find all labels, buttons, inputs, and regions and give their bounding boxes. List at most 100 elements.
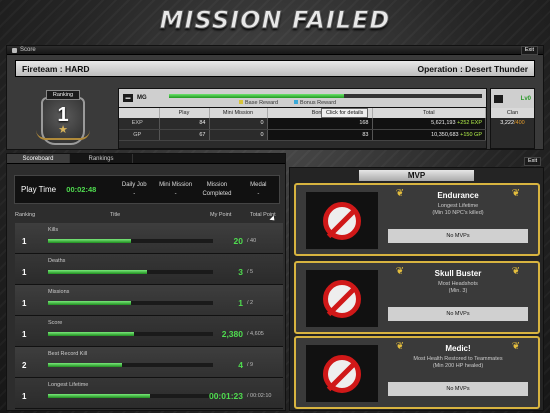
stat-play: 67: [159, 129, 210, 141]
row-title: Longest Lifetime: [48, 382, 89, 388]
rank-shield-icon: 1 ★: [36, 97, 90, 145]
tab-rankings[interactable]: Rankings: [70, 154, 133, 163]
play-time-summary: Play Time 00:02:48 Daily Job - Mini Missi…: [14, 175, 280, 204]
row-progress-fill: [48, 363, 123, 367]
stat-mini: 0: [209, 129, 268, 141]
clan-header: Clan: [491, 108, 534, 118]
weapon-progress-fill: [169, 93, 345, 98]
row-my-point: 00:01:23: [208, 391, 243, 401]
row-progress-fill: [48, 394, 151, 398]
row-my-point: 20: [233, 236, 243, 246]
row-total-point: / 2: [247, 300, 254, 306]
col-my-point: My Point: [210, 212, 232, 218]
exit-button[interactable]: Exit: [520, 45, 538, 55]
clan-value: 3,222/400: [500, 120, 525, 126]
row-rank: 1: [22, 268, 27, 277]
weapon-row: ▬ MG Base Reward Bonus Reward: [119, 89, 486, 108]
stat-delta: +150 GP: [460, 131, 482, 138]
row-total-point: / 9: [247, 362, 254, 368]
tab-scoreboard[interactable]: Scoreboard: [7, 154, 70, 163]
row-rank: 1: [22, 299, 27, 308]
mvp-exit-button[interactable]: Exit: [524, 157, 542, 166]
wings-icon: [36, 130, 90, 140]
mvp-card-skull-buster: ❦ ❦ Skull Buster Most Headshots (Min. 3) …: [294, 261, 540, 334]
table-row: 1 Kills 20 / 40: [15, 223, 283, 254]
row-title: Deaths: [48, 258, 66, 264]
weapon-level: Lv0: [520, 95, 531, 102]
stats-header: Mini Mission: [209, 108, 268, 118]
scoreboard-header: Ranking Title My Point Total Point: [15, 212, 283, 222]
score-window: Score Exit Fireteam : HARD Operation : D…: [6, 45, 544, 150]
mvp-card-medic: ❦ ❦ Medic! Most Health Restored to Teamm…: [294, 336, 540, 409]
summary-daily-job: Daily Job -: [121, 182, 147, 197]
col-title: Title: [110, 212, 121, 218]
table-row: EXP 84 0 168 5,621,193 +252 EXP: [119, 118, 486, 130]
rank-value: 1: [57, 104, 69, 126]
row-rank: 2: [22, 361, 27, 370]
row-progress-fill: [48, 270, 147, 274]
operation-label: Operation : Desert Thunder: [417, 63, 528, 74]
stat-play: 84: [159, 118, 210, 130]
table-row: 2 Best Record Kill 4 / 9: [15, 347, 283, 378]
mvp-window: MVP ❦ ❦ Endurance Longest Lifetime (Min 1…: [289, 167, 544, 411]
table-row: 1 Missions 1 / 2: [15, 285, 283, 316]
stats-panel: ▬ MG Base Reward Bonus Reward Click for …: [118, 88, 487, 149]
row-total-point: / 5: [247, 269, 254, 275]
weapon-icon: ▬: [123, 94, 133, 102]
ranking-badge: Ranking 1 ★: [34, 90, 92, 150]
row-title: Best Record Kill: [48, 351, 88, 357]
fireteam-label: Fireteam : HARD: [22, 63, 90, 74]
table-row: 1 Score 2,380 / 4,605: [15, 316, 283, 347]
row-my-point: 4: [238, 360, 243, 370]
row-progress-fill: [48, 332, 134, 336]
row-rank: 1: [22, 392, 27, 401]
mvp-status: No MVPs: [388, 307, 528, 321]
row-rank: 1: [22, 237, 27, 246]
stat-delta: +252 EXP: [457, 120, 482, 127]
fireteam-bar: Fireteam : HARD Operation : Desert Thund…: [15, 60, 535, 77]
stat-total: 5,621,193 +252 EXP: [372, 118, 486, 130]
mvp-card-endurance: ❦ ❦ Endurance Longest Lifetime (Min 10 NP…: [294, 183, 540, 256]
stats-header: [119, 108, 160, 118]
mvp-status: No MVPs: [388, 229, 528, 243]
mvp-description: Longest Lifetime (Min 10 NPC's killed): [432, 203, 484, 216]
summary-mini-mission: Mini Mission -: [159, 182, 193, 197]
mvp-header: MVP: [359, 170, 474, 181]
no-mvp-icon: [306, 192, 378, 249]
stat-mini: 0: [209, 118, 268, 130]
weapon-progress: Base Reward Bonus Reward: [169, 91, 482, 106]
scoreboard-rows: 1 Kills 20 / 40 1 Deaths 3 / 5 1 Mission…: [15, 223, 283, 409]
row-my-point: 3: [238, 267, 243, 277]
score-window-title: Score: [20, 47, 36, 53]
legend-bonus: Bonus Reward: [294, 100, 336, 106]
stat-bonus: 168: [267, 118, 373, 130]
mvp-description: Most Headshots (Min. 3): [438, 281, 478, 294]
no-mvp-icon: [306, 345, 378, 402]
mvp-title: Endurance: [437, 191, 479, 200]
mvp-title: Medic!: [445, 344, 471, 353]
row-title: Missions: [48, 289, 70, 295]
details-button[interactable]: Click for details: [321, 108, 369, 118]
stats-table: Play Mini Mission Bonus Total EXP 84 0 1…: [119, 108, 486, 141]
play-time-label: Play Time: [21, 185, 57, 194]
stat-label: EXP: [119, 118, 160, 130]
no-mvp-icon: [306, 270, 378, 327]
row-total-point: / 4,605: [247, 331, 264, 337]
row-title: Kills: [48, 227, 59, 233]
stat-bonus: 83: [267, 129, 373, 141]
summary-mission: Mission Completed: [202, 182, 232, 197]
clan-panel: Lv0 Clan 3,222/400: [490, 88, 535, 149]
row-title: Score: [48, 320, 63, 326]
col-ranking: Ranking: [15, 212, 36, 218]
row-total-point: / 00:02:10: [247, 393, 272, 399]
summary-medal: Medal -: [250, 182, 267, 197]
legend-base: Base Reward: [239, 100, 278, 106]
table-row: 1 Deaths 3 / 5: [15, 254, 283, 285]
row-total-point: / 40: [247, 238, 257, 244]
table-row: GP 67 0 83 10,350,683 +150 GP: [119, 129, 486, 141]
stat-total: 10,350,683 +150 GP: [372, 129, 486, 141]
row-progress-fill: [48, 301, 131, 305]
mvp-title: Skull Buster: [434, 269, 482, 278]
row-my-point: 2,380: [221, 329, 243, 339]
score-window-titlebar: Score Exit: [7, 45, 543, 55]
